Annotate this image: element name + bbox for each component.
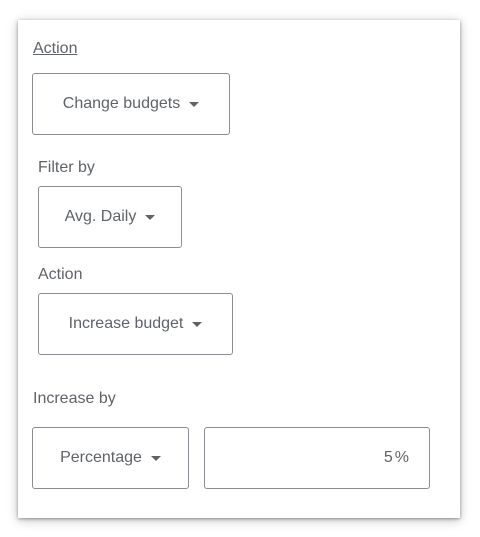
- percent-unit: %: [394, 449, 409, 466]
- action-label[interactable]: Action: [33, 40, 77, 58]
- budget-action-label: Action: [38, 266, 83, 283]
- increase-type-dropdown[interactable]: Percentage: [32, 427, 189, 489]
- increase-by-label: Increase by: [33, 390, 116, 407]
- action-dropdown[interactable]: Change budgets: [32, 73, 230, 135]
- action-dropdown-value: Change budgets: [62, 95, 181, 112]
- caret-down-icon: [192, 321, 203, 327]
- increase-amount-value: 5: [383, 449, 393, 466]
- caret-down-icon: [189, 101, 200, 107]
- budget-action-dropdown[interactable]: Increase budget: [38, 293, 233, 355]
- filter-by-label: Filter by: [38, 159, 95, 176]
- caret-down-icon: [150, 455, 161, 461]
- increase-amount-input[interactable]: 5 %: [204, 427, 430, 489]
- caret-down-icon: [145, 214, 156, 220]
- increase-type-dropdown-value: Percentage: [60, 449, 142, 466]
- filter-by-dropdown-value: Avg. Daily: [64, 208, 137, 225]
- filter-by-dropdown[interactable]: Avg. Daily: [38, 186, 182, 248]
- budget-rule-panel: Action Change budgets Filter by Avg. Dai…: [18, 20, 460, 518]
- budget-action-dropdown-value: Increase budget: [68, 315, 184, 332]
